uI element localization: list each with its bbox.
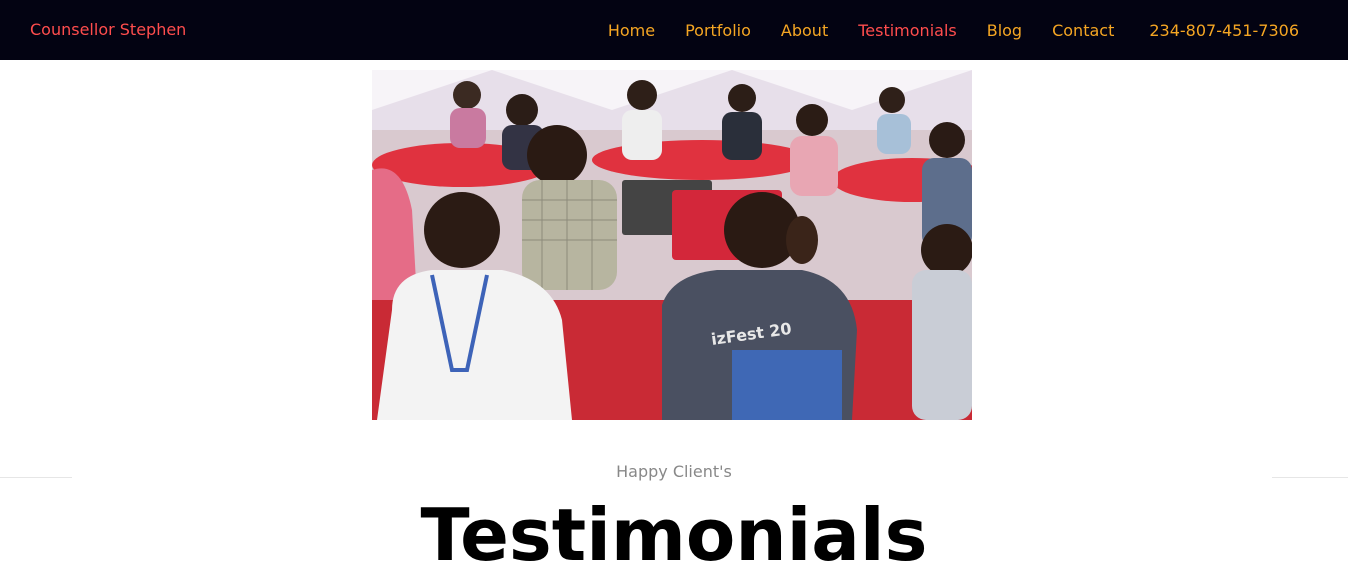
brand-link[interactable]: Counsellor Stephen bbox=[30, 0, 186, 60]
nav-link-blog[interactable]: Blog bbox=[987, 21, 1022, 40]
nav-links: Home Portfolio About Testimonials Blog C… bbox=[578, 0, 1299, 60]
nav-link-portfolio[interactable]: Portfolio bbox=[685, 21, 751, 40]
conference-photo-illustration: izFest 20 bbox=[372, 70, 972, 420]
top-navbar: Counsellor Stephen Home Portfolio About … bbox=[0, 0, 1348, 60]
nav-link-contact[interactable]: Contact bbox=[1052, 21, 1114, 40]
nav-phone-link[interactable]: 234-807-451-7306 bbox=[1149, 21, 1299, 40]
section-subheading: Happy Client's bbox=[616, 462, 732, 481]
nav-link-testimonials[interactable]: Testimonials bbox=[858, 21, 957, 40]
section-heading: Testimonials bbox=[420, 493, 928, 577]
nav-link-home[interactable]: Home bbox=[608, 21, 655, 40]
hero-photo: izFest 20 bbox=[372, 70, 972, 420]
nav-link-about[interactable]: About bbox=[781, 21, 828, 40]
